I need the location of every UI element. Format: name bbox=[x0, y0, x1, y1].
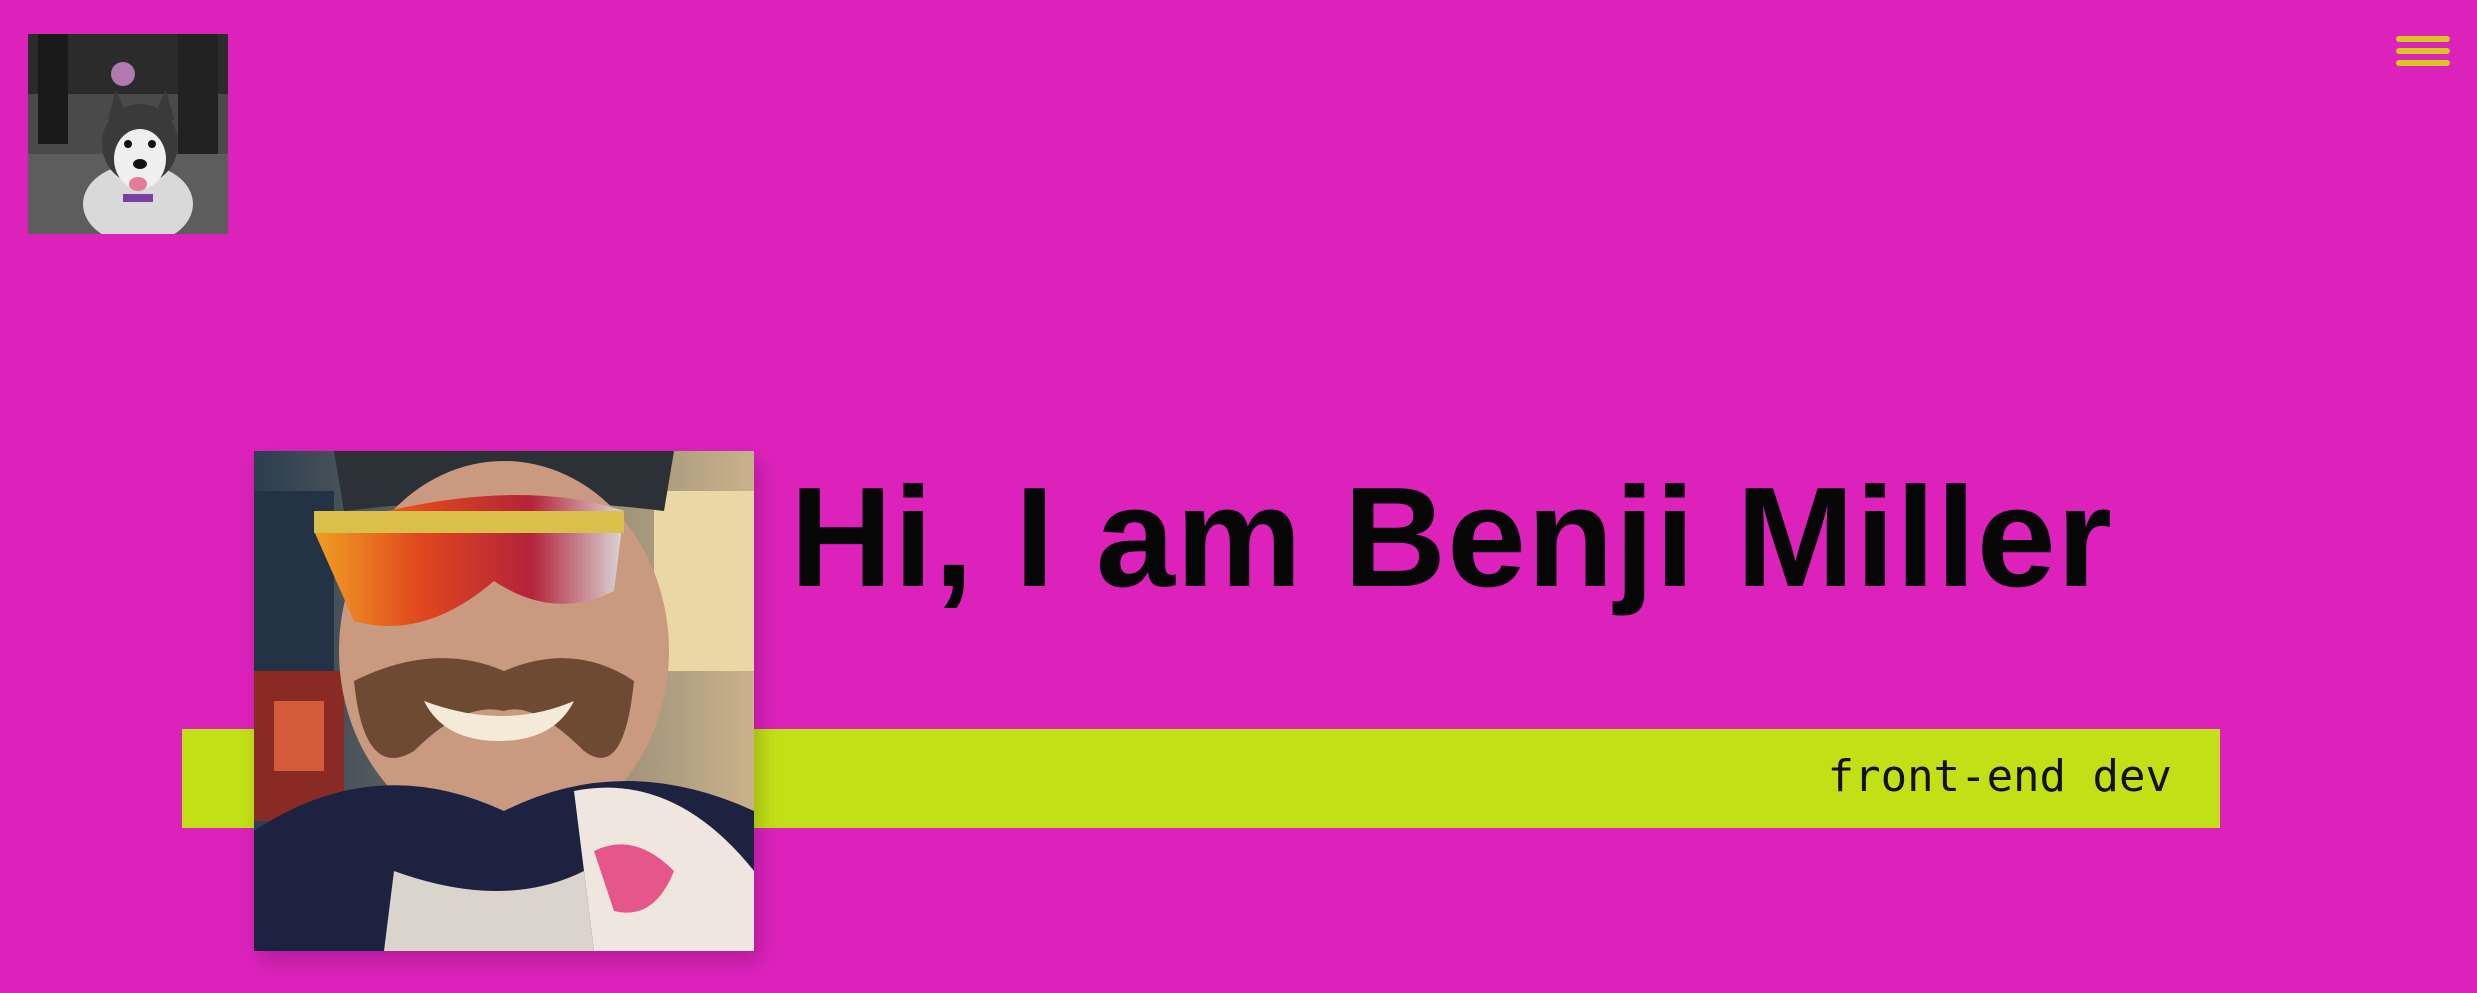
avatar[interactable] bbox=[28, 34, 228, 234]
dog-photo-image bbox=[28, 34, 228, 234]
name-text: Benji Miller bbox=[1343, 458, 2113, 617]
page-title: Hi, I am Benji Miller bbox=[790, 458, 2113, 618]
hamburger-menu-icon bbox=[2396, 36, 2450, 42]
greeting-text: Hi, I am bbox=[790, 458, 1304, 617]
menu-button[interactable] bbox=[2396, 32, 2450, 70]
hamburger-menu-icon-bar bbox=[2396, 60, 2450, 66]
portrait-photo bbox=[254, 451, 754, 951]
portrait-image bbox=[254, 451, 754, 951]
page: front-end dev Hi, I am Benji Miller bbox=[0, 0, 2477, 993]
hamburger-menu-icon-bar bbox=[2396, 48, 2450, 54]
tagline: front-end dev bbox=[1827, 751, 2172, 802]
